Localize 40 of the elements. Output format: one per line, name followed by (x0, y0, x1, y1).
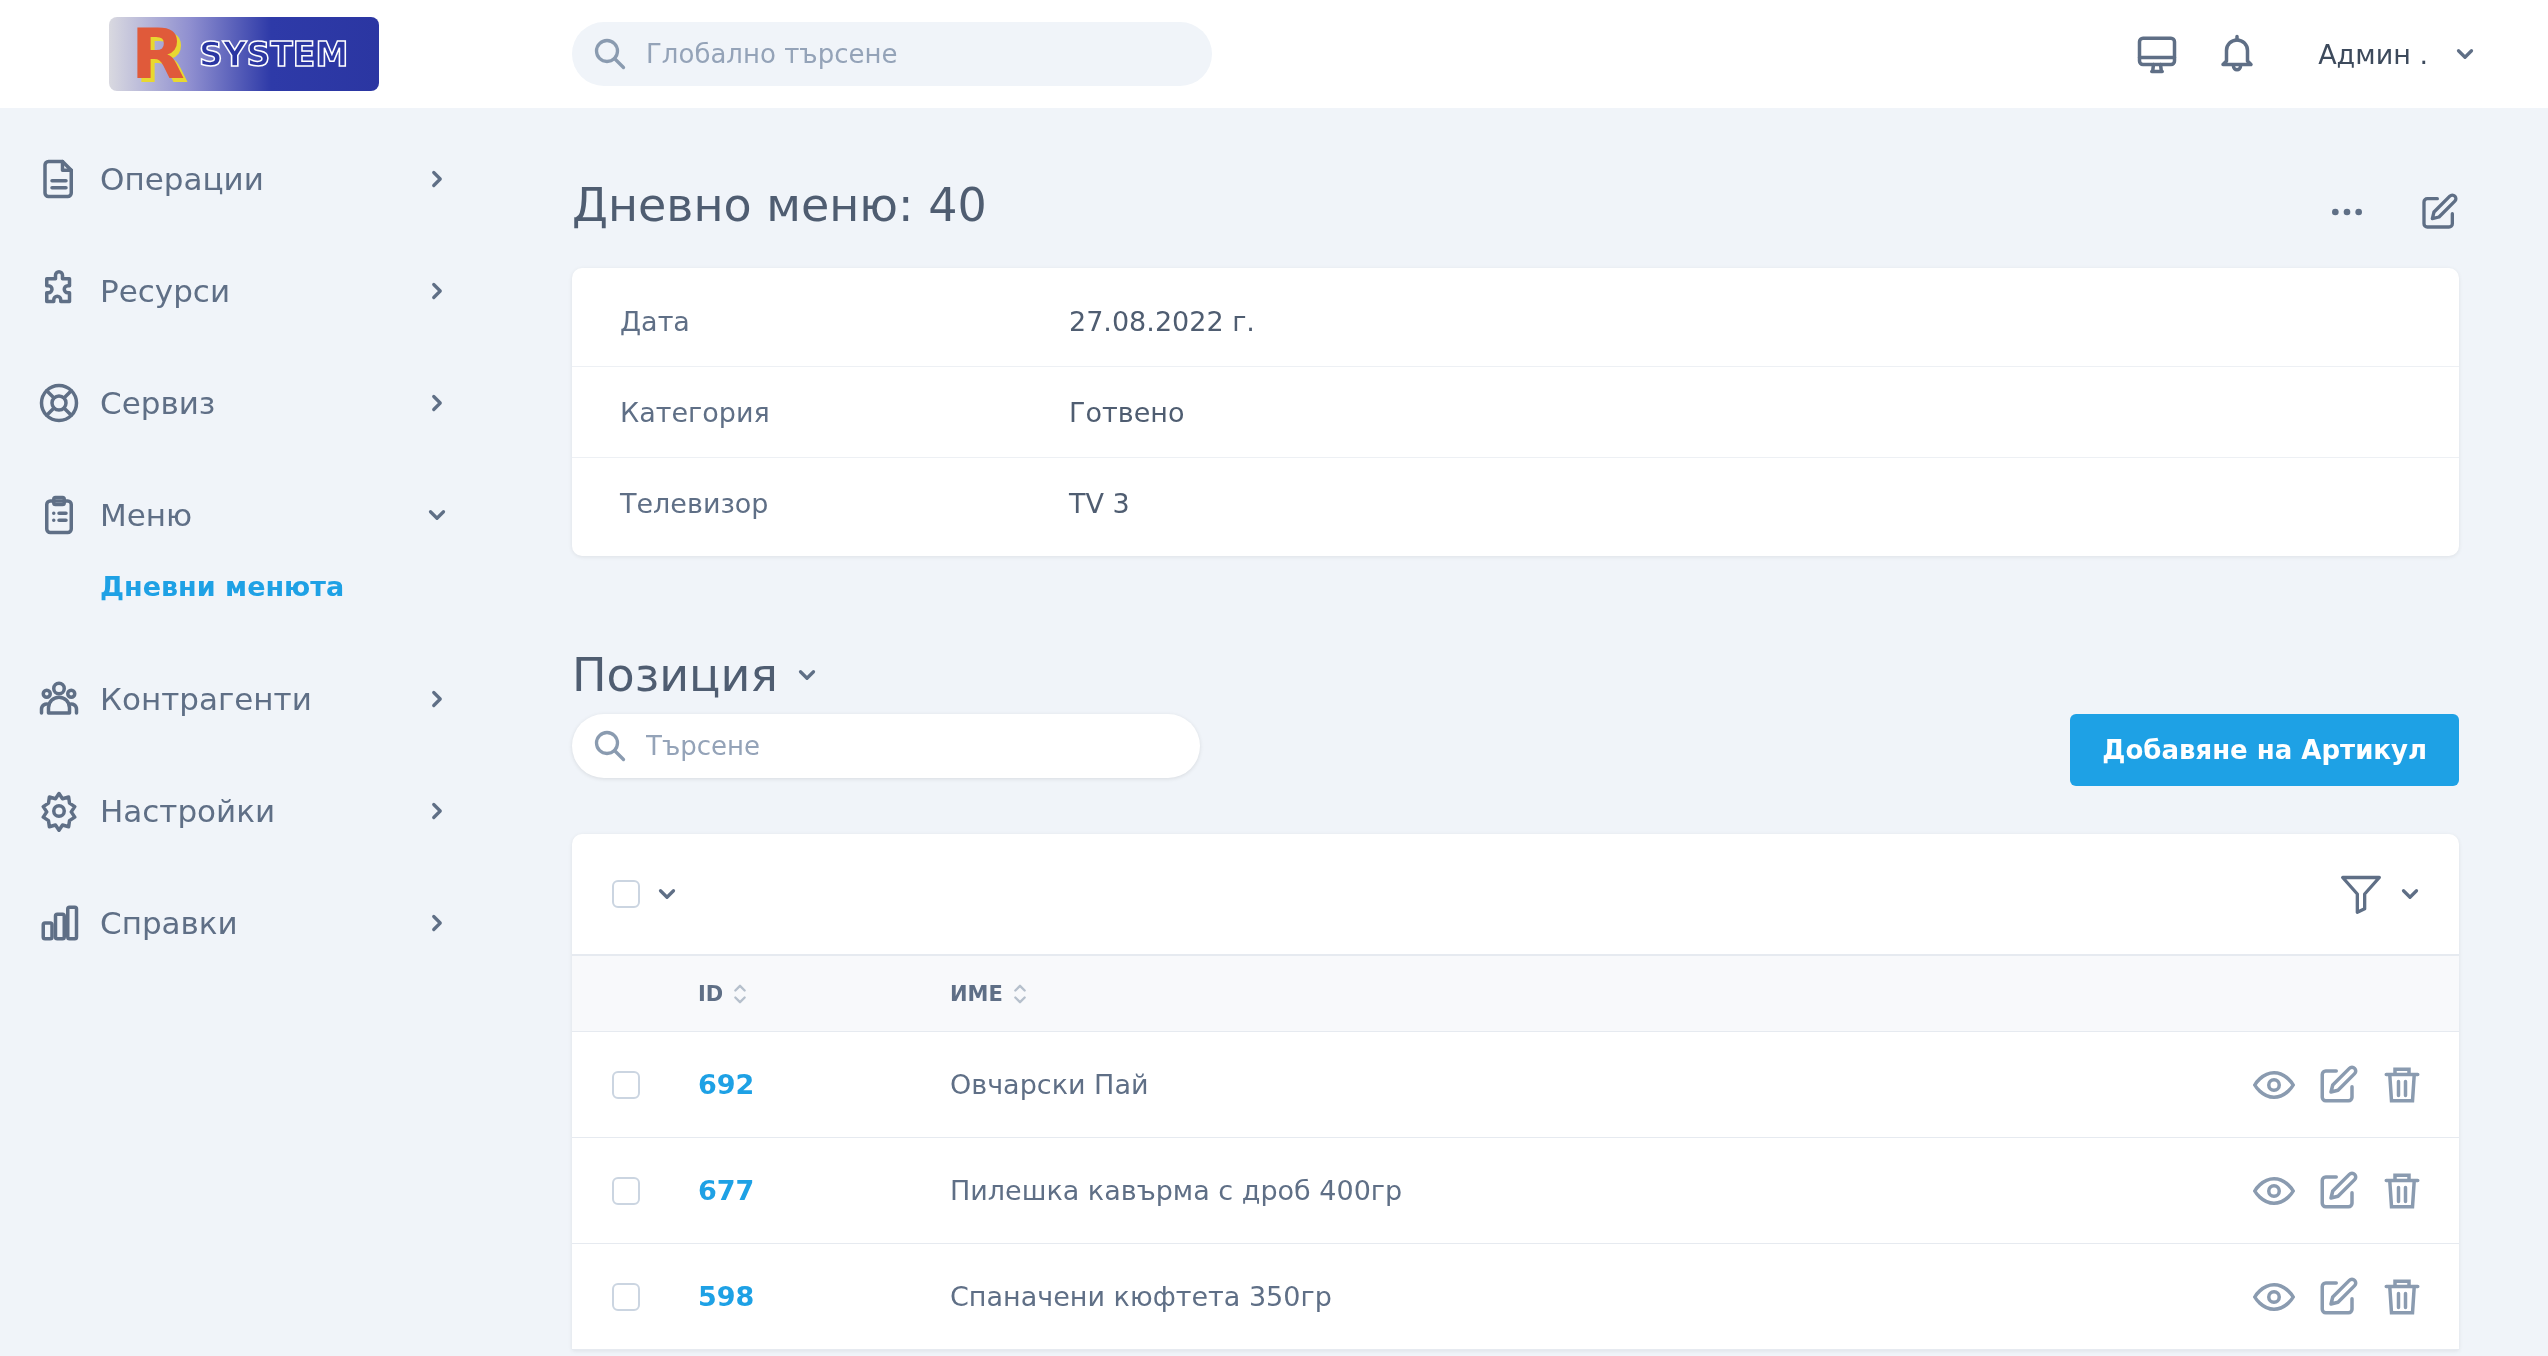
edit-icon[interactable] (2317, 1063, 2359, 1106)
sidebar-item[interactable]: Ресурси (0, 235, 450, 347)
sidebar-item[interactable]: Сервиз (0, 347, 450, 459)
row-checkbox[interactable] (612, 1176, 640, 1205)
sidebar-item[interactable]: Справки (0, 867, 450, 979)
sidebar-subitem[interactable]: Дневни менюта (100, 571, 345, 603)
detail-label: Дата (620, 305, 691, 337)
sidebar-item[interactable]: Настройки (0, 755, 450, 867)
logo-letter: R (131, 17, 185, 91)
page-title: Дневно меню: 40 (572, 178, 988, 232)
column-header[interactable]: ID (698, 981, 724, 1006)
edit-icon[interactable] (2317, 1169, 2359, 1212)
table-cell: Овчарски Пай (950, 1069, 1149, 1100)
edit-icon[interactable] (2317, 1275, 2359, 1318)
detail-value: 27.08.2022 г. (1069, 305, 1255, 337)
edit-icon[interactable] (2419, 192, 2459, 232)
select-all-checkbox[interactable] (612, 880, 640, 908)
settings-icon (38, 790, 80, 832)
add-item-button[interactable]: Добавяне на Артикул (2070, 714, 2459, 786)
search-field[interactable]: Търсене (572, 714, 1200, 778)
row-checkbox[interactable] (612, 1282, 640, 1311)
lifebuoy-icon (38, 382, 80, 424)
sidebar-item[interactable]: Меню (0, 459, 450, 571)
detail-label: Категория (620, 396, 771, 428)
detail-value: Готвено (1069, 396, 1185, 428)
global-search-field[interactable]: Глобално търсене (572, 22, 1212, 86)
table-cell: Спаначени кюфтета 350гр (950, 1281, 1332, 1312)
id-link[interactable]: 598 (698, 1281, 755, 1312)
column-header[interactable]: ИМЕ (950, 981, 1003, 1006)
logo-text: SYSTEM (198, 34, 349, 74)
section-title[interactable]: Позиция (572, 648, 820, 702)
sidebar-item[interactable]: Операции (0, 123, 450, 235)
sidebar-item[interactable]: Контрагенти (0, 643, 450, 755)
user-menu[interactable]: Админ . (2318, 38, 2478, 70)
table-cell: Пилешка кавърма с дроб 400гр (950, 1175, 1403, 1206)
detail-label: Телевизор (620, 487, 770, 519)
row-checkbox[interactable] (612, 1070, 640, 1099)
id-link[interactable]: 677 (698, 1175, 755, 1206)
id-link[interactable]: 692 (698, 1069, 755, 1100)
detail-value: TV 3 (1069, 487, 1130, 519)
